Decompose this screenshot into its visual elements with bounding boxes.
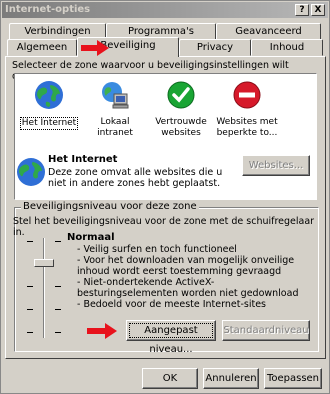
tab-inhoud[interactable]: Inhoud — [251, 39, 323, 56]
default-level-button[interactable]: Standaardniveau — [222, 320, 310, 341]
zone-label: Websites met beperkte to... — [216, 117, 278, 138]
slider-tick — [55, 332, 61, 333]
red-arrow-icon — [87, 323, 117, 339]
slider-tick — [55, 309, 61, 310]
level-name: Normaal — [67, 232, 115, 243]
security-panel: Selecteer de zone waarvoor u beveiliging… — [5, 56, 326, 359]
selected-zone-description: Deze zone omvat alle websites die u niet… — [48, 167, 223, 189]
slider-hint: Stel het beveiligingsniveau voor de zone… — [13, 216, 315, 238]
level-bullet: - Veilig surfen en toch functioneel — [77, 244, 237, 255]
internet-options-dialog: Internet-opties ? X Verbindingen Program… — [0, 0, 330, 394]
zone-label: Lokaal intranet — [97, 117, 133, 138]
globe-icon — [35, 81, 63, 109]
custom-level-button[interactable]: Aangepast niveau... — [126, 320, 216, 355]
security-level-group: Beveiligingsniveau voor deze zone Stel h… — [13, 201, 319, 355]
zone-internet[interactable]: Het Internet — [17, 80, 81, 130]
level-bullet: - Voor het downloaden van mogelijk onvei… — [77, 255, 295, 277]
slider-tick — [55, 286, 61, 287]
level-bullet: - Bedoeld voor de meeste Internet-sites — [77, 299, 266, 310]
checkmark-icon — [167, 81, 195, 109]
tab-algemeen[interactable]: Algemeen — [7, 39, 77, 56]
level-bullet: - Niet-ondertekende ActiveX-besturingsel… — [77, 277, 299, 299]
slider-tick — [27, 309, 33, 310]
slider-track — [43, 238, 45, 338]
zone-trusted[interactable]: Vertrouwde websites — [149, 80, 213, 139]
zone-restricted[interactable]: Websites met beperkte to... — [215, 80, 279, 139]
cancel-button[interactable]: Annuleren — [203, 368, 259, 389]
ok-button[interactable]: OK — [142, 368, 198, 389]
tab-privacy[interactable]: Privacy — [179, 39, 251, 56]
slider-tick — [27, 241, 33, 242]
slider-tick — [55, 241, 61, 242]
intranet-computer-icon — [102, 82, 129, 109]
websites-button[interactable]: Websites... — [242, 155, 310, 176]
zone-label: Het Internet — [19, 117, 79, 130]
help-button[interactable]: ? — [295, 4, 309, 16]
slider-tick — [27, 332, 33, 333]
slider-tick — [27, 286, 33, 287]
zone-label: Vertrouwde websites — [155, 117, 207, 138]
red-arrow-icon — [81, 40, 109, 56]
zone-intranet[interactable]: Lokaal intranet — [83, 80, 147, 139]
apply-button[interactable]: Toepassen — [264, 368, 322, 389]
window-title: Internet-opties — [5, 4, 91, 15]
slider-thumb[interactable] — [34, 259, 54, 267]
title-bar: Internet-opties ? X — [2, 2, 328, 18]
selected-zone-title: Het Internet — [48, 154, 118, 165]
close-button[interactable]: X — [311, 4, 325, 16]
tab-geavanceerd[interactable]: Geavanceerd — [216, 23, 321, 40]
group-title: Beveiligingsniveau voor deze zone — [21, 201, 199, 212]
restricted-icon — [233, 81, 261, 109]
globe-icon — [17, 158, 45, 186]
